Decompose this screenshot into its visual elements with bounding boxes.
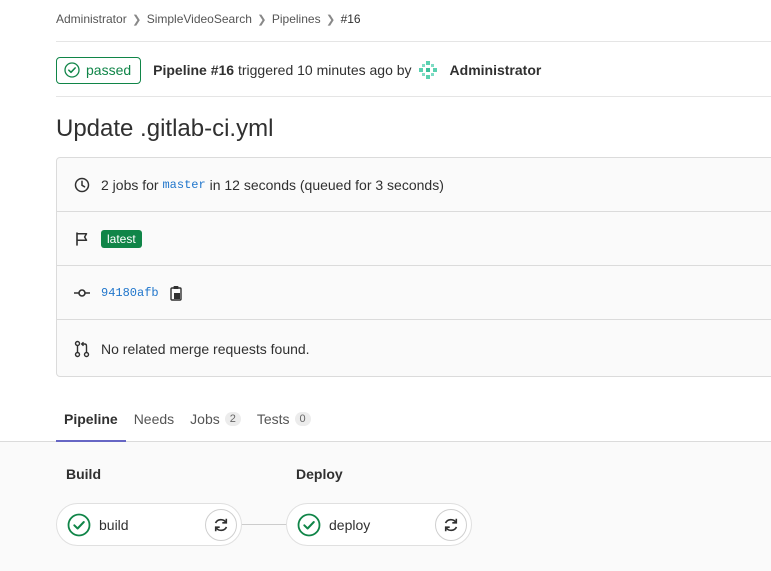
status-success-icon	[64, 62, 80, 78]
breadcrumb-item-pipelines[interactable]: Pipelines	[272, 12, 321, 26]
user-link[interactable]: Administrator	[450, 62, 542, 78]
merge-requests-text: No related merge requests found.	[101, 341, 310, 357]
tab-jobs[interactable]: Jobs 2	[182, 398, 249, 440]
tab-count: 2	[224, 412, 241, 426]
breadcrumb-item-administrator[interactable]: Administrator	[56, 12, 127, 26]
stage-title-build: Build	[66, 466, 101, 482]
job-build[interactable]: build	[56, 503, 242, 546]
breadcrumb: Administrator ❯ SimpleVideoSearch ❯ Pipe…	[56, 11, 361, 27]
tab-count: 0	[294, 412, 311, 426]
pipeline-tabs: Pipeline Needs Jobs 2 Tests 0	[56, 398, 319, 442]
commit-sha-link[interactable]: 94180afb	[101, 286, 159, 300]
pipeline-graph: Build Deploy build deploy	[0, 442, 771, 571]
chevron-right-icon: ❯	[257, 13, 267, 26]
stage-connector	[242, 524, 286, 525]
merge-request-icon	[73, 340, 91, 358]
status-success-icon	[297, 513, 321, 536]
status-success-icon	[67, 513, 91, 536]
page-title: Update .gitlab-ci.yml	[56, 115, 274, 142]
divider	[56, 96, 771, 97]
badges-row: latest	[57, 212, 771, 266]
stage-title-deploy: Deploy	[296, 466, 343, 482]
merge-requests-row: No related merge requests found.	[57, 320, 771, 378]
avatar[interactable]	[418, 60, 438, 80]
breadcrumb-item-current[interactable]: #16	[341, 12, 361, 26]
tab-label: Needs	[133, 411, 175, 427]
commit-row: 94180afb	[57, 266, 771, 320]
pipeline-info-card: 2 jobs for master in 12 seconds (queued …	[56, 157, 771, 377]
latest-badge[interactable]: latest	[101, 229, 142, 248]
commit-icon	[73, 284, 91, 302]
jobs-summary-prefix: 2 jobs for	[101, 176, 159, 193]
breadcrumb-item-project[interactable]: SimpleVideoSearch	[147, 12, 252, 26]
triggered-text: triggered 10 minutes ago by	[237, 62, 412, 78]
clock-icon	[73, 176, 91, 194]
tab-needs[interactable]: Needs	[126, 398, 182, 440]
pipeline-header: passed Pipeline #16 triggered 10 minutes…	[56, 56, 541, 84]
pipeline-label: Pipeline #16	[153, 62, 235, 78]
status-badge-label: passed	[86, 62, 132, 78]
chevron-right-icon: ❯	[325, 13, 336, 26]
job-name: build	[99, 516, 129, 533]
divider	[56, 41, 771, 42]
tab-label: Tests	[256, 411, 290, 427]
tab-tests[interactable]: Tests 0	[249, 398, 319, 440]
tab-pipeline[interactable]: Pipeline	[56, 398, 126, 442]
chevron-right-icon: ❯	[132, 13, 142, 26]
retry-icon[interactable]	[205, 508, 237, 541]
jobs-summary-row: 2 jobs for master in 12 seconds (queued …	[57, 158, 771, 212]
branch-link[interactable]: master	[162, 178, 205, 192]
status-badge[interactable]: passed	[56, 56, 142, 84]
copy-icon[interactable]	[169, 285, 183, 301]
job-name: deploy	[329, 516, 371, 533]
flag-icon	[73, 230, 91, 248]
tab-label: Jobs	[190, 411, 220, 427]
tab-label: Pipeline	[64, 411, 118, 427]
retry-icon[interactable]	[435, 508, 467, 541]
job-deploy[interactable]: deploy	[286, 503, 472, 546]
jobs-summary-suffix: in 12 seconds (queued for 3 seconds)	[209, 176, 444, 193]
